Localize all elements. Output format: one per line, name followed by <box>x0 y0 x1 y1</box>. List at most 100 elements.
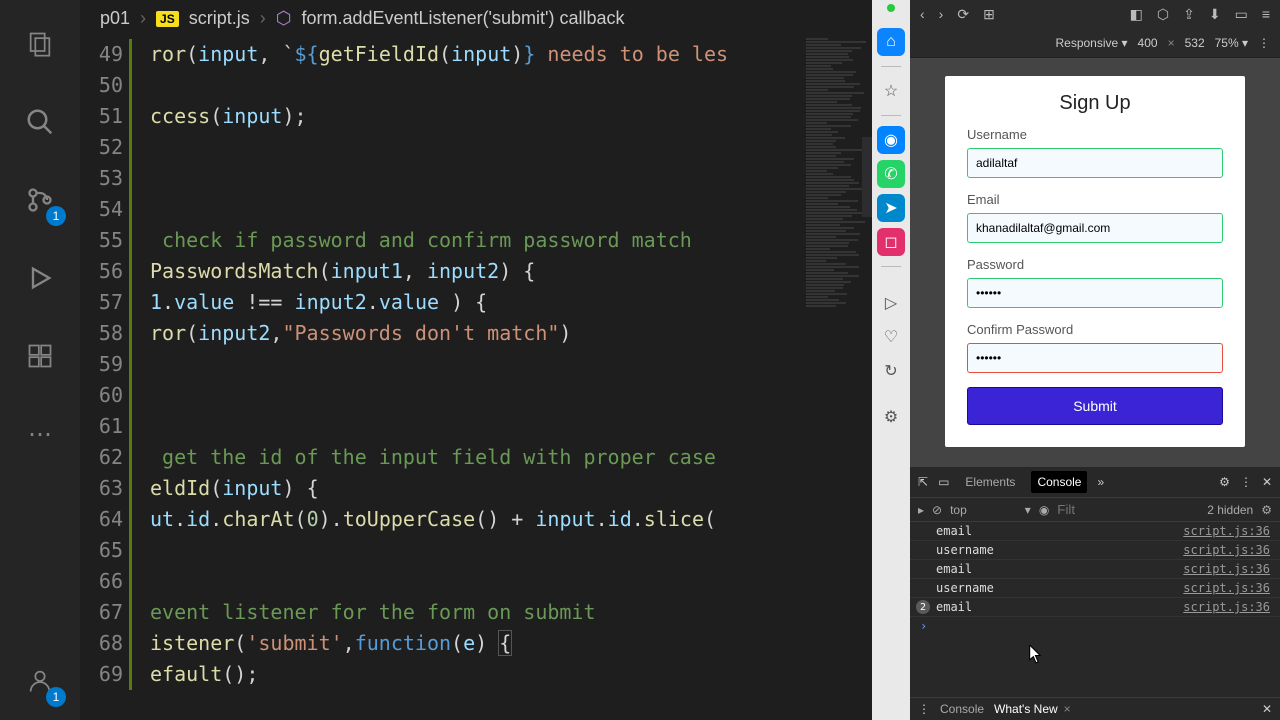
extensions-icon[interactable] <box>16 332 64 380</box>
vertical-taskbar: ⌂ ☆ ◉ ✆ ➤ ◻ ▷ ♡ ↻ ⚙ <box>872 0 910 720</box>
email-label: Email <box>967 192 1223 207</box>
method-icon: ⬡ <box>276 8 292 29</box>
username-label: Username <box>967 127 1223 142</box>
field-confirm-password: Confirm Password <box>967 322 1223 373</box>
status-dot-icon <box>887 4 895 12</box>
star-icon[interactable]: ☆ <box>877 77 905 105</box>
confirm-password-label: Confirm Password <box>967 322 1223 337</box>
chevron-right-icon: › <box>140 8 146 29</box>
minimap[interactable] <box>802 37 872 720</box>
forward-icon[interactable]: › <box>939 6 944 22</box>
clear-console-icon[interactable]: ⊘ <box>932 503 942 517</box>
kebab-icon[interactable]: ⋮ <box>1258 36 1270 50</box>
eye-icon[interactable]: ◉ <box>1039 503 1049 517</box>
editor-area: p01 › JS script.js › ⬡ form.addEventList… <box>80 0 872 720</box>
gear-icon[interactable]: ⚙ <box>1219 475 1230 489</box>
share-icon[interactable]: ⇪ <box>1183 6 1195 23</box>
field-password: Password <box>967 257 1223 308</box>
settings-icon[interactable]: ⚙ <box>877 403 905 431</box>
inspect-icon[interactable]: ⇱ <box>918 475 928 489</box>
drawer-tab-whatsnew[interactable]: What's New <box>994 702 1058 716</box>
close-tab-icon[interactable]: × <box>1064 702 1071 716</box>
apps-icon[interactable]: ⊞ <box>983 6 995 23</box>
viewport-width[interactable]: 400 <box>1138 36 1158 50</box>
username-input[interactable] <box>967 148 1223 178</box>
console-row[interactable]: 2emailscript.js:36 <box>910 598 1280 617</box>
account-icon[interactable]: 1 <box>16 657 64 705</box>
dock-icon[interactable]: ▭ <box>1235 6 1248 23</box>
gear-icon[interactable]: ⚙ <box>1261 503 1272 517</box>
history-icon[interactable]: ↻ <box>877 357 905 385</box>
password-label: Password <box>967 257 1223 272</box>
breadcrumb-symbol[interactable]: form.addEventListener('submit') callback <box>301 8 624 29</box>
device-toggle-icon[interactable]: ▭ <box>938 475 949 489</box>
field-username: Username <box>967 127 1223 178</box>
field-email: Email <box>967 192 1223 243</box>
hidden-count[interactable]: 2 hidden <box>1207 503 1253 517</box>
debug-icon[interactable] <box>16 254 64 302</box>
zoom-select[interactable]: 75% ▾ <box>1215 36 1248 50</box>
chevron-right-icon: › <box>260 8 266 29</box>
device-toolbar: Responsive ▾ 400 × 532 75% ▾ ⋮ <box>910 28 1280 58</box>
signup-form: Sign Up Username Email Password Confirm … <box>945 76 1245 447</box>
kebab-icon[interactable]: ⋮ <box>1240 475 1252 489</box>
kebab-icon[interactable]: ⋮ <box>918 702 930 716</box>
viewport-height[interactable]: 532 <box>1185 36 1205 50</box>
form-title: Sign Up <box>967 92 1223 115</box>
tab-elements[interactable]: Elements <box>959 471 1021 493</box>
heart-icon[interactable]: ♡ <box>877 323 905 351</box>
email-input[interactable] <box>967 213 1223 243</box>
code-editor[interactable]: 4950515253545556575859606162636465666768… <box>80 37 872 720</box>
telegram-icon[interactable]: ➤ <box>877 194 905 222</box>
console-output[interactable]: emailscript.js:36usernamescript.js:36ema… <box>910 522 1280 697</box>
devtools-tabs: ⇱ ▭ Elements Console » ⚙ ⋮ ✕ <box>910 467 1280 498</box>
browser-devtools-panel: ‹ › ⟳ ⊞ ◧ ⬡ ⇪ ⬇ ▭ ≡ Responsive ▾ 400 × 5… <box>910 0 1280 720</box>
confirm-password-input[interactable] <box>967 343 1223 373</box>
more-icon[interactable]: ⋯ <box>16 410 64 458</box>
breadcrumb-root[interactable]: p01 <box>100 8 130 29</box>
filter-input[interactable] <box>1057 502 1087 517</box>
devtools-panel: ⇱ ▭ Elements Console » ⚙ ⋮ ✕ ▸ ⊘ top ▾ ◉… <box>910 467 1280 720</box>
drawer-tab-console[interactable]: Console <box>940 702 984 716</box>
chevron-down-icon: ▾ <box>1025 503 1031 517</box>
browser-toolbar: ‹ › ⟳ ⊞ ◧ ⬡ ⇪ ⬇ ▭ ≡ <box>910 0 1280 28</box>
code-body[interactable]: ror(input, `${getFieldId(input)} needs t… <box>150 37 872 720</box>
download-icon[interactable]: ⬇ <box>1209 6 1221 23</box>
console-row[interactable]: usernamescript.js:36 <box>910 541 1280 560</box>
breadcrumb-file[interactable]: script.js <box>189 8 250 29</box>
tab-console[interactable]: Console <box>1031 471 1087 493</box>
cube-icon[interactable]: ◧ <box>1130 6 1143 23</box>
box-icon[interactable]: ⬡ <box>1157 6 1169 23</box>
console-row[interactable]: emailscript.js:36 <box>910 560 1280 579</box>
more-tabs-icon[interactable]: » <box>1097 475 1104 489</box>
instagram-icon[interactable]: ◻ <box>877 228 905 256</box>
search-icon[interactable] <box>16 98 64 146</box>
send-icon[interactable]: ▷ <box>877 289 905 317</box>
context-select[interactable]: top <box>950 503 967 517</box>
reload-icon[interactable]: ⟳ <box>957 6 969 23</box>
messenger-icon[interactable]: ◉ <box>877 126 905 154</box>
js-badge-icon: JS <box>156 11 179 27</box>
console-filter-bar: ▸ ⊘ top ▾ ◉ 2 hidden ⚙ <box>910 498 1280 522</box>
whatsapp-icon[interactable]: ✆ <box>877 160 905 188</box>
back-icon[interactable]: ‹ <box>920 6 925 22</box>
submit-button[interactable]: Submit <box>967 387 1223 425</box>
close-icon[interactable]: ✕ <box>1262 475 1272 489</box>
dimension-separator: × <box>1168 36 1175 50</box>
scm-badge: 1 <box>46 206 66 226</box>
account-badge: 1 <box>46 687 66 707</box>
list-icon[interactable]: ≡ <box>1262 6 1270 22</box>
console-row[interactable]: usernamescript.js:36 <box>910 579 1280 598</box>
device-mode-select[interactable]: Responsive ▾ <box>1055 36 1127 50</box>
scm-icon[interactable]: 1 <box>16 176 64 224</box>
close-icon[interactable]: ✕ <box>1262 702 1272 716</box>
explorer-icon[interactable] <box>16 20 64 68</box>
sidebar-toggle-icon[interactable]: ▸ <box>918 503 924 517</box>
devtools-drawer: ⋮ Console What's New × ✕ <box>910 697 1280 720</box>
home-icon[interactable]: ⌂ <box>877 28 905 56</box>
password-input[interactable] <box>967 278 1223 308</box>
preview-viewport: Sign Up Username Email Password Confirm … <box>910 58 1280 467</box>
vscode-activity-bar: 1 ⋯ 1 <box>0 0 80 720</box>
breadcrumb[interactable]: p01 › JS script.js › ⬡ form.addEventList… <box>80 0 872 37</box>
console-row[interactable]: emailscript.js:36 <box>910 522 1280 541</box>
